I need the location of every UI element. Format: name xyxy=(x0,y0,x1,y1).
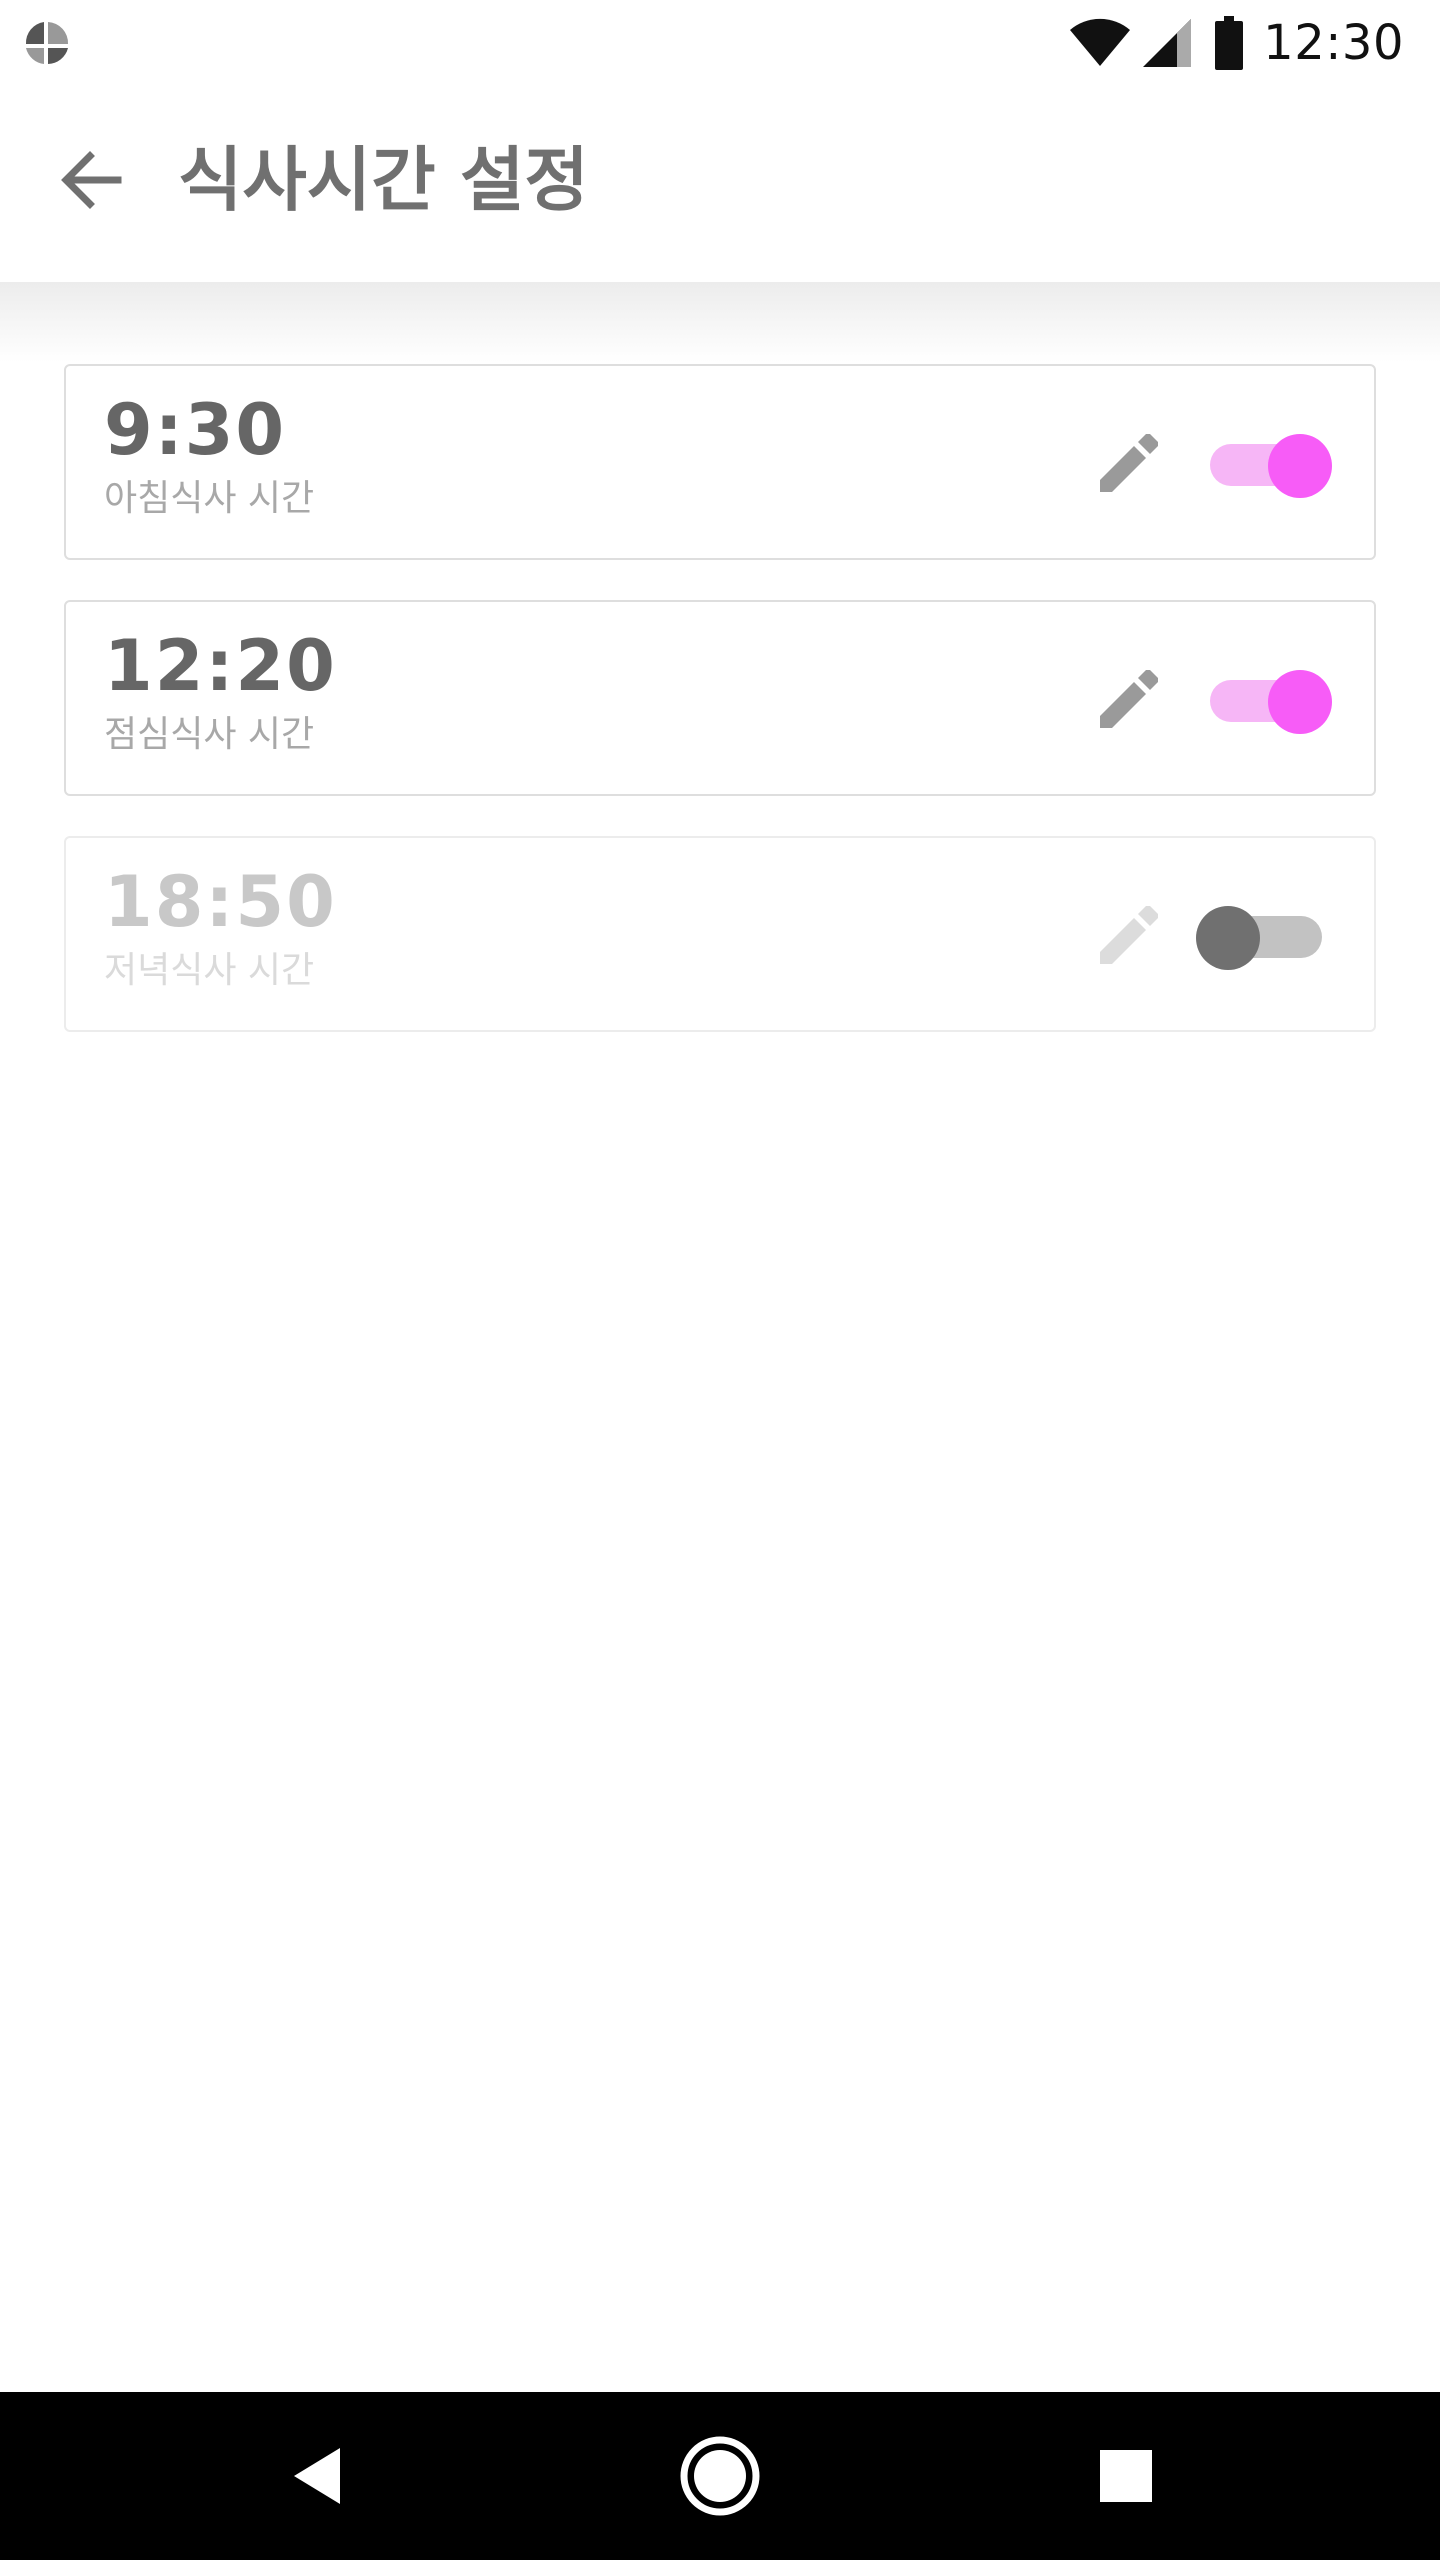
nav-home-button[interactable] xyxy=(670,2426,770,2526)
cell-signal-icon xyxy=(1143,19,1192,67)
nav-recents-button[interactable] xyxy=(1076,2426,1176,2526)
battery-icon xyxy=(1215,16,1244,70)
meal-label: 아침식사 시간 xyxy=(104,478,315,519)
app-bar: 식사시간 설정 xyxy=(0,86,1440,282)
system-icons: 12:30 xyxy=(1069,12,1404,74)
pencil-icon xyxy=(1100,434,1158,492)
status-bar: 12:30 xyxy=(0,0,1440,86)
pencil-icon xyxy=(1100,670,1158,728)
edit-button[interactable] xyxy=(1088,660,1168,740)
switch-thumb xyxy=(1268,670,1332,734)
meal-card-breakfast[interactable]: 9:30 아침식사 시간 xyxy=(64,364,1376,560)
meal-toggle-switch[interactable] xyxy=(1196,424,1332,504)
edit-button[interactable] xyxy=(1088,424,1168,504)
app-bar-shadow xyxy=(0,282,1440,362)
switch-thumb xyxy=(1196,906,1260,970)
meal-time: 9:30 xyxy=(104,389,287,471)
meal-time: 18:50 xyxy=(104,861,337,943)
pencil-icon xyxy=(1100,906,1158,964)
switch-thumb xyxy=(1268,434,1332,498)
meal-toggle-switch[interactable] xyxy=(1196,896,1326,976)
back-triangle-icon xyxy=(294,2448,340,2504)
home-circle-icon xyxy=(680,2436,760,2516)
page-title: 식사시간 설정 xyxy=(178,139,589,221)
meal-card-lunch[interactable]: 12:20 점심식사 시간 xyxy=(64,600,1376,796)
back-button[interactable] xyxy=(50,138,134,222)
screen: 12:30 식사시간 설정 9:30 아침식사 시간 12:20 점심식사 시간 xyxy=(0,0,1440,2560)
arrow-left-icon xyxy=(61,151,122,209)
meal-label: 점심식사 시간 xyxy=(104,714,315,755)
navigation-bar xyxy=(0,2392,1440,2560)
nav-back-button[interactable] xyxy=(268,2426,368,2526)
wifi-icon xyxy=(1070,18,1131,66)
meal-toggle-switch[interactable] xyxy=(1196,660,1332,740)
meal-label: 저녁식사 시간 xyxy=(104,950,315,991)
app-notification-icon xyxy=(25,22,69,64)
status-clock: 12:30 xyxy=(1263,15,1404,71)
recents-square-icon xyxy=(1100,2450,1152,2502)
meal-time: 12:20 xyxy=(104,625,337,707)
meal-card-dinner[interactable]: 18:50 저녁식사 시간 xyxy=(64,836,1376,1032)
edit-button[interactable] xyxy=(1088,896,1168,976)
